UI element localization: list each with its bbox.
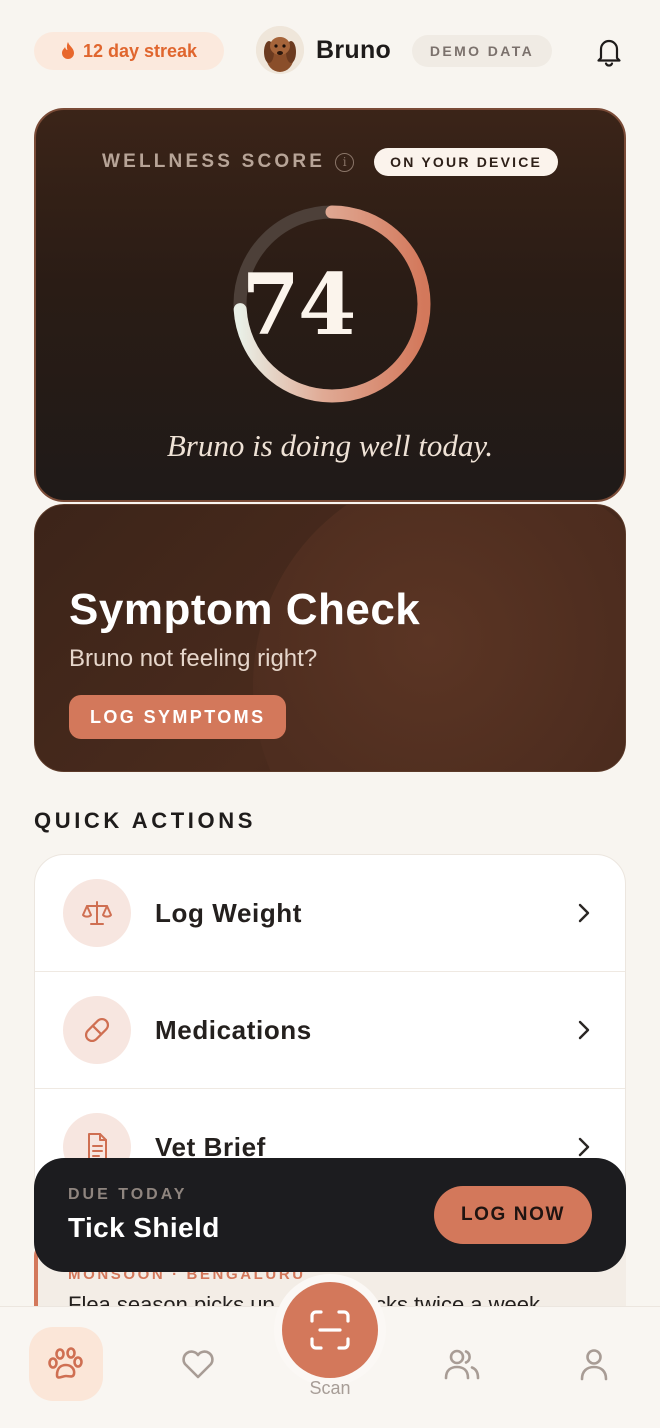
streak-badge[interactable]: 12 day streak (34, 32, 224, 70)
due-today-banner: DUE TODAY Tick Shield LOG NOW (34, 1158, 626, 1272)
quick-action-medications[interactable]: Medications (35, 972, 625, 1089)
log-symptoms-button[interactable]: LOG SYMPTOMS (69, 695, 287, 739)
scan-label: Scan (309, 1378, 351, 1398)
symptom-title: Symptom Check (69, 585, 421, 634)
top-header: 12 day streak Bruno DEMO DATA (34, 26, 626, 76)
symptom-check-card[interactable]: Symptom Check Bruno not feeling right? L… (34, 504, 626, 772)
on-device-badge: ON YOUR DEVICE (374, 148, 559, 176)
wellness-header: WELLNESS SCORE i ON YOUR DEVICE (36, 148, 624, 176)
wellness-message: Bruno is doing well today. (166, 428, 494, 463)
chevron-right-icon (578, 1137, 590, 1157)
streak-label: 12 day streak (82, 40, 198, 61)
pill-icon (63, 996, 131, 1064)
log-now-button[interactable]: LOG NOW (434, 1186, 592, 1244)
info-icon[interactable]: i (335, 152, 355, 172)
demo-data-badge: DEMO DATA (412, 35, 552, 67)
scan-button[interactable] (282, 1282, 378, 1378)
wellness-score-value: 74 (241, 254, 357, 354)
dog-avatar-icon (256, 26, 304, 74)
quick-action-label: Log Weight (155, 897, 303, 928)
due-kicker: DUE TODAY (68, 1186, 188, 1203)
quick-action-label: Medications (155, 1014, 312, 1045)
scan-icon (310, 1310, 350, 1350)
quick-actions-heading: QUICK ACTIONS (34, 808, 256, 833)
due-title: Tick Shield (68, 1212, 220, 1243)
symptom-subtitle: Bruno not feeling right? (69, 645, 318, 672)
pet-switcher[interactable]: Bruno (256, 26, 391, 74)
chevron-right-icon (578, 903, 590, 923)
decorative-glow (253, 505, 625, 771)
pet-avatar (256, 26, 304, 74)
chevron-right-icon (578, 1020, 590, 1040)
wellness-score-card[interactable]: WELLNESS SCORE i ON YOUR DEVICE 74 Bruno… (34, 108, 626, 502)
pet-name: Bruno (316, 35, 392, 64)
wellness-title: WELLNESS SCORE (101, 151, 326, 172)
flame-icon (61, 42, 74, 59)
bell-icon[interactable] (592, 34, 626, 68)
quick-action-log-weight[interactable]: Log Weight (35, 855, 625, 972)
scale-icon (63, 879, 131, 947)
